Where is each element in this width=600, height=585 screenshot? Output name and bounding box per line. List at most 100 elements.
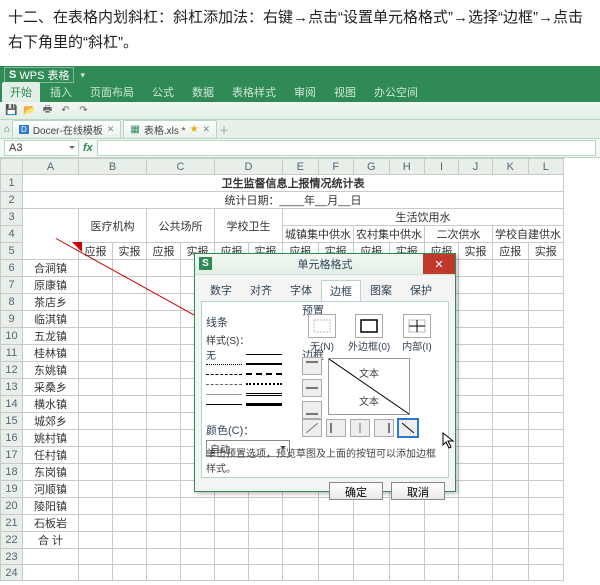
data-cell[interactable]	[528, 260, 564, 277]
line-style-option[interactable]	[246, 383, 282, 385]
col-header[interactable]: D	[215, 159, 283, 175]
data-cell[interactable]	[79, 498, 113, 515]
data-cell[interactable]	[528, 565, 564, 581]
data-cell[interactable]	[147, 464, 181, 481]
row-header[interactable]: 5	[1, 243, 23, 260]
row-header[interactable]: 19	[1, 481, 23, 498]
ribbon-tab-review[interactable]: 审阅	[286, 82, 324, 102]
line-style-option[interactable]	[246, 393, 282, 396]
col-header[interactable]: E	[283, 159, 319, 175]
data-cell[interactable]	[528, 362, 564, 379]
data-cell[interactable]	[459, 565, 493, 581]
data-cell[interactable]	[459, 549, 493, 565]
line-style-option[interactable]	[246, 363, 282, 365]
row-name-cell[interactable]: 茶店乡	[23, 294, 79, 311]
data-cell[interactable]	[215, 515, 249, 532]
data-cell[interactable]	[528, 294, 564, 311]
row-header[interactable]: 23	[1, 549, 23, 565]
data-cell[interactable]	[459, 260, 493, 277]
data-cell[interactable]	[459, 498, 493, 515]
data-cell[interactable]	[493, 328, 529, 345]
formula-input[interactable]	[97, 140, 596, 156]
data-cell[interactable]	[459, 277, 493, 294]
data-cell[interactable]	[459, 362, 493, 379]
dialog-tab-font[interactable]: 字体	[281, 279, 321, 301]
ribbon-tab-formula[interactable]: 公式	[144, 82, 182, 102]
dialog-tab-border[interactable]: 边框	[321, 280, 361, 302]
data-cell[interactable]	[528, 430, 564, 447]
redo-icon[interactable]: ↷	[76, 103, 91, 118]
data-cell[interactable]	[493, 532, 529, 549]
close-icon[interactable]: ✕	[202, 124, 210, 135]
row-header[interactable]: 1	[1, 175, 23, 192]
undo-icon[interactable]: ↶	[58, 103, 73, 118]
data-cell[interactable]	[493, 345, 529, 362]
data-cell[interactable]	[389, 549, 425, 565]
data-cell[interactable]	[318, 532, 354, 549]
row-header[interactable]: 22	[1, 532, 23, 549]
line-style-option[interactable]	[206, 364, 242, 365]
dialog-tab-pattern[interactable]: 图案	[361, 279, 401, 301]
data-cell[interactable]	[113, 565, 147, 581]
border-diag-down-button[interactable]	[398, 419, 418, 437]
line-style-option[interactable]	[206, 384, 242, 385]
data-cell[interactable]	[79, 447, 113, 464]
data-cell[interactable]	[113, 396, 147, 413]
data-cell[interactable]	[181, 549, 215, 565]
data-cell[interactable]	[181, 515, 215, 532]
preset-inner-button[interactable]	[403, 314, 431, 338]
ribbon-tab-layout[interactable]: 页面布局	[82, 82, 142, 102]
ribbon-tab-data[interactable]: 数据	[184, 82, 222, 102]
line-style-option[interactable]	[246, 403, 282, 406]
data-cell[interactable]	[459, 430, 493, 447]
open-icon[interactable]: 📂	[22, 103, 37, 118]
line-none-option[interactable]: 无	[206, 347, 242, 362]
row-header[interactable]: 8	[1, 294, 23, 311]
row-header[interactable]: 11	[1, 345, 23, 362]
data-cell[interactable]	[249, 532, 283, 549]
row-name-cell[interactable]: 临淇镇	[23, 311, 79, 328]
data-cell[interactable]	[147, 362, 181, 379]
border-middle-v-button[interactable]	[350, 419, 370, 437]
data-cell[interactable]	[528, 498, 564, 515]
row-header[interactable]: 6	[1, 260, 23, 277]
data-cell[interactable]	[79, 481, 113, 498]
row-header[interactable]: 12	[1, 362, 23, 379]
data-cell[interactable]	[147, 396, 181, 413]
border-middle-h-button[interactable]	[302, 379, 322, 397]
data-cell[interactable]	[79, 362, 113, 379]
data-cell[interactable]	[79, 328, 113, 345]
data-cell[interactable]	[459, 328, 493, 345]
data-cell[interactable]	[79, 565, 113, 581]
data-cell[interactable]	[425, 549, 459, 565]
row-name-cell[interactable]: 城郊乡	[23, 413, 79, 430]
data-cell[interactable]	[493, 260, 529, 277]
home-icon[interactable]: ⌂	[4, 124, 10, 135]
data-cell[interactable]	[283, 565, 319, 581]
data-cell[interactable]	[528, 396, 564, 413]
data-cell[interactable]	[147, 565, 181, 581]
data-cell[interactable]	[79, 311, 113, 328]
row-name-cell[interactable]: 河顺镇	[23, 481, 79, 498]
data-cell[interactable]	[113, 515, 147, 532]
data-cell[interactable]	[493, 565, 529, 581]
data-cell[interactable]	[79, 515, 113, 532]
data-cell[interactable]	[459, 396, 493, 413]
row-header[interactable]: 10	[1, 328, 23, 345]
data-cell[interactable]	[79, 532, 113, 549]
doc-tab-file[interactable]: ▦ 表格.xls * ★ ✕	[123, 120, 217, 139]
data-cell[interactable]	[493, 277, 529, 294]
data-cell[interactable]	[528, 447, 564, 464]
data-cell[interactable]	[528, 379, 564, 396]
cancel-button[interactable]: 取消	[391, 482, 445, 500]
col-header[interactable]: A	[23, 159, 79, 175]
data-cell[interactable]	[181, 532, 215, 549]
row-name-cell[interactable]: 东岗镇	[23, 464, 79, 481]
data-cell[interactable]	[215, 532, 249, 549]
data-cell[interactable]	[79, 379, 113, 396]
add-tab-icon[interactable]: ＋	[219, 122, 229, 137]
print-icon[interactable]: 🖶	[40, 103, 55, 118]
ribbon-tab-insert[interactable]: 插入	[42, 82, 80, 102]
data-cell[interactable]	[425, 515, 459, 532]
border-diag-up-button[interactable]	[302, 419, 322, 437]
